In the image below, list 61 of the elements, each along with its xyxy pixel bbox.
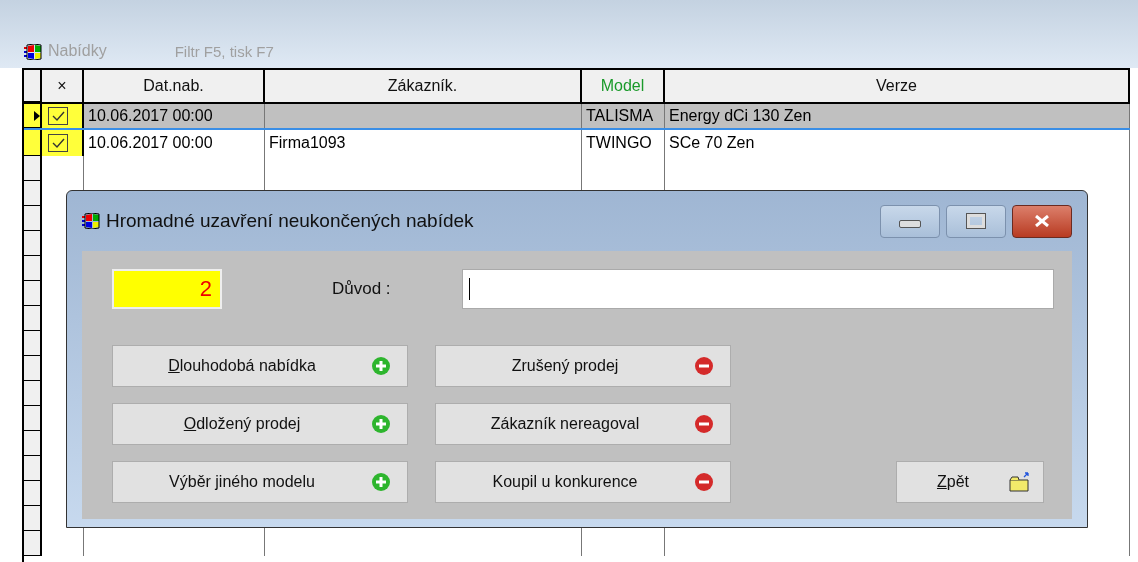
row-header[interactable]	[24, 481, 42, 506]
shortcut-hint: Filtr F5, tisk F7	[174, 43, 274, 60]
table-cell: 10.06.2017 00:00	[88, 134, 213, 152]
plus-icon	[371, 414, 391, 434]
dialog-title: Hromadné uzavření neukončených nabídek	[106, 210, 474, 232]
plus-icon	[371, 472, 391, 492]
row-header[interactable]	[24, 104, 42, 128]
row-header[interactable]	[24, 130, 42, 156]
table-cell: Energy dCi 130 Zen	[669, 107, 812, 125]
reason-field[interactable]	[462, 269, 1054, 309]
window-title: Nabídky	[48, 42, 107, 60]
column-header[interactable]: Dat.nab.	[84, 70, 265, 102]
row-header[interactable]	[24, 356, 42, 381]
table-cell: TWINGO	[586, 134, 652, 152]
action-button[interactable]: Odložený prodej	[112, 403, 408, 445]
row-header[interactable]	[24, 381, 42, 406]
action-button[interactable]: Výběr jiného modelu	[112, 461, 408, 503]
minimize-button[interactable]	[880, 204, 940, 238]
row-header[interactable]	[24, 306, 42, 331]
current-row-icon	[34, 110, 40, 121]
plus-icon	[371, 356, 391, 376]
back-button[interactable]: Zpět	[896, 461, 1044, 503]
app-icon	[24, 44, 42, 60]
column-header[interactable]: ×	[42, 70, 84, 102]
minus-icon	[694, 414, 714, 434]
row-header[interactable]	[24, 206, 42, 231]
row-header[interactable]	[24, 431, 42, 456]
row-header[interactable]	[24, 70, 42, 102]
close-button[interactable]	[1012, 204, 1072, 238]
column-header[interactable]: Zákazník.	[265, 70, 582, 102]
row-header[interactable]	[24, 256, 42, 281]
action-button[interactable]: Koupil u konkurence	[435, 461, 731, 503]
row-header[interactable]	[24, 231, 42, 256]
column-header[interactable]: Verze	[665, 70, 1130, 102]
action-button[interactable]: Zákazník nereagoval	[435, 403, 731, 445]
maximize-button[interactable]	[946, 204, 1006, 238]
count-display: 2	[112, 269, 222, 309]
row-header[interactable]	[24, 281, 42, 306]
minus-icon	[694, 356, 714, 376]
table-cell: TALISMA	[586, 107, 654, 125]
table-cell: 10.06.2017 00:00	[88, 107, 213, 125]
row-header[interactable]	[24, 506, 42, 531]
table-row[interactable]: 10.06.2017 00:00 TALISMA Energy dCi 130 Zen	[24, 104, 1130, 130]
folder-icon	[1009, 472, 1031, 492]
row-header[interactable]	[24, 531, 42, 556]
row-header[interactable]	[24, 406, 42, 431]
table-cell: SCe 70 Zen	[669, 134, 755, 152]
row-header[interactable]	[24, 181, 42, 206]
table-row[interactable]: 10.06.2017 00:00 Firma1093 TWINGO SCe 70 Zen	[24, 130, 1130, 156]
action-button[interactable]: Dlouhodobá nabídka	[112, 345, 408, 387]
table-cell: Firma1093	[269, 134, 346, 152]
reason-label: Důvod :	[332, 279, 392, 299]
row-header[interactable]	[24, 331, 42, 356]
close-icon	[1033, 215, 1051, 227]
checkbox[interactable]	[48, 107, 68, 125]
row-header[interactable]	[24, 456, 42, 481]
app-icon	[82, 213, 100, 229]
row-header[interactable]	[24, 156, 42, 181]
checkbox[interactable]	[48, 134, 68, 152]
minus-icon	[694, 472, 714, 492]
action-button[interactable]: Zrušený prodej	[435, 345, 731, 387]
